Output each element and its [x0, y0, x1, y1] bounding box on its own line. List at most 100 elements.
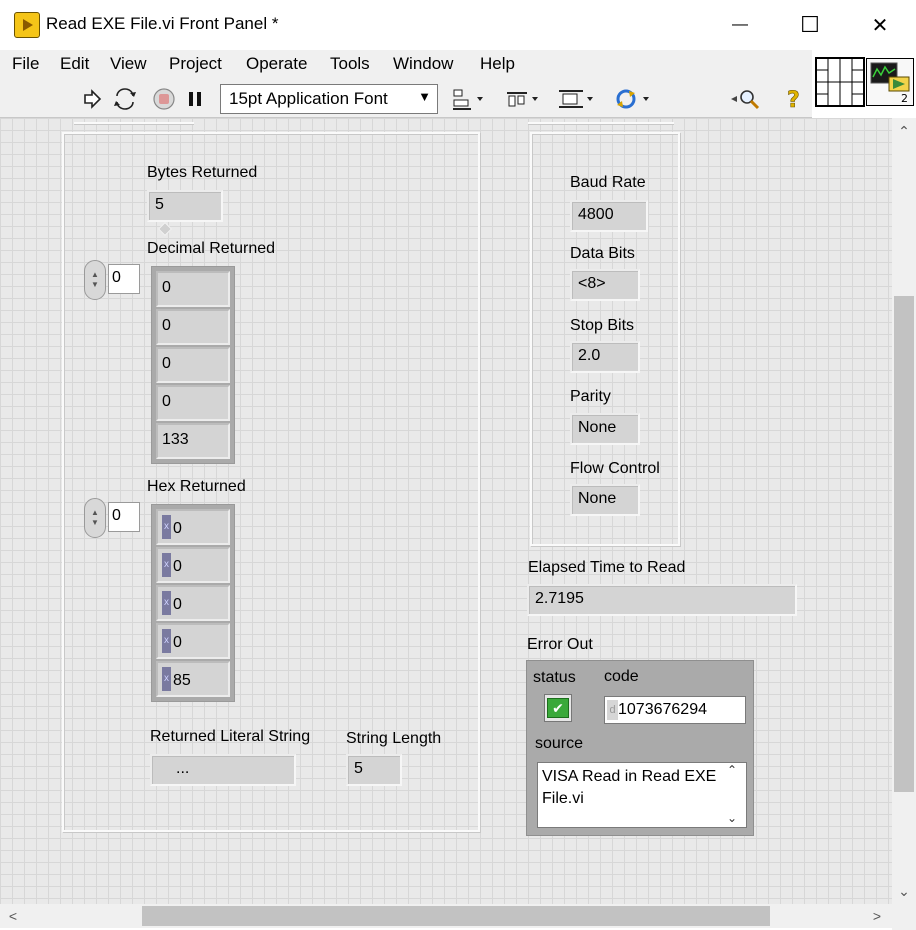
run-continuously-icon[interactable]	[112, 86, 138, 112]
returned-literal-string-label: Returned Literal String	[150, 728, 311, 745]
scroll-left-icon[interactable]: <	[2, 904, 24, 928]
hex-value: 0	[173, 596, 182, 614]
menu-project[interactable]: Project	[169, 54, 222, 74]
hex-array-element: x0	[156, 585, 230, 621]
string-length-indicator: 5	[346, 754, 402, 786]
connector-pane[interactable]	[815, 57, 865, 107]
hex-array-element: x0	[156, 509, 230, 545]
error-source-label: source	[535, 735, 584, 752]
svg-text:?: ?	[787, 88, 800, 111]
flow-control-indicator: None	[570, 484, 640, 516]
error-source-text: VISA Read in Read EXE File.vi	[542, 768, 717, 807]
chevron-down-icon: ▼	[418, 89, 431, 104]
error-code-label: code	[604, 668, 639, 685]
top-divider-right	[528, 118, 674, 124]
hex-value: 85	[173, 672, 191, 690]
hex-index-stepper[interactable]: ▲ ▼	[84, 498, 106, 538]
search-icon[interactable]	[728, 86, 764, 112]
radix-indicator: x	[162, 553, 171, 577]
decimal-index-stepper[interactable]: ▲ ▼	[84, 260, 106, 300]
error-out-label: Error Out	[527, 636, 593, 653]
close-button[interactable]: ✕	[846, 0, 914, 50]
decimal-array-element: 0	[156, 309, 230, 345]
resize-objects-icon[interactable]	[556, 86, 598, 112]
string-length-label: String Length	[346, 730, 442, 747]
radix-indicator: x	[162, 591, 171, 615]
parity-indicator: None	[570, 413, 640, 445]
hex-returned-array: x0 x0 x0 x0 x 85	[151, 504, 235, 702]
horizontal-scroll-thumb[interactable]	[142, 906, 770, 926]
maximize-button[interactable]: ☐	[776, 0, 844, 50]
pause-icon[interactable]	[184, 86, 206, 112]
connector-terminal-number: 2	[901, 92, 908, 105]
run-arrow-icon[interactable]	[80, 86, 104, 112]
scroll-up-icon[interactable]: ⌃	[727, 763, 737, 777]
stop-bits-label: Stop Bits	[570, 317, 635, 334]
distribute-objects-icon[interactable]	[504, 86, 544, 112]
labview-app-icon	[14, 12, 40, 38]
radix-indicator: x	[162, 667, 171, 691]
parity-label: Parity	[570, 388, 611, 405]
font-select[interactable]: 15pt Application Font ▼	[220, 84, 438, 114]
error-status-indicator: ✔	[544, 694, 572, 722]
menu-tools[interactable]: Tools	[330, 54, 370, 74]
decimal-array-element: 0	[156, 385, 230, 421]
check-icon: ✔	[547, 698, 569, 718]
hex-array-element: x0	[156, 623, 230, 659]
data-bits-label: Data Bits	[570, 245, 635, 262]
decimal-returned-label: Decimal Returned	[147, 240, 276, 257]
error-source-scrollbar[interactable]: ⌃ ⌄	[720, 763, 744, 825]
baud-rate-indicator: 4800	[570, 200, 648, 232]
scroll-right-icon[interactable]: >	[866, 904, 888, 928]
decimal-index-input[interactable]: 0	[108, 264, 140, 294]
hex-array-element: x 85	[156, 661, 230, 697]
elapsed-time-label: Elapsed Time to Read	[528, 559, 686, 576]
returned-literal-string-indicator: ...	[150, 754, 296, 786]
decimal-returned-array: 0 0 0 0 133	[151, 266, 235, 464]
decimal-array-element: 133	[156, 423, 230, 459]
minimize-button[interactable]: —	[706, 0, 774, 50]
align-objects-icon[interactable]	[450, 86, 490, 112]
bytes-returned-label: Bytes Returned	[147, 164, 258, 181]
radix-indicator: d	[607, 700, 618, 720]
menu-file[interactable]: File	[12, 54, 39, 74]
error-code-value: 1073676294	[618, 701, 707, 719]
scroll-up-icon[interactable]: ⌃	[892, 120, 916, 142]
bytes-returned-indicator: 5	[147, 190, 223, 222]
top-divider-left	[74, 118, 194, 124]
scroll-down-icon[interactable]: ⌄	[892, 880, 916, 902]
radix-indicator: x	[162, 629, 171, 653]
window-title: Read EXE File.vi Front Panel *	[46, 14, 279, 33]
menu-window[interactable]: Window	[393, 54, 453, 74]
hex-value: 0	[173, 634, 182, 652]
scrollbar-corner	[892, 904, 916, 930]
hex-value: 0	[173, 558, 182, 576]
radix-indicator: x	[162, 515, 171, 539]
help-icon[interactable]: ?	[782, 86, 806, 112]
error-source-indicator: VISA Read in Read EXE File.vi	[537, 762, 747, 828]
decimal-array-element: 0	[156, 271, 230, 307]
read-data-decoration	[62, 132, 480, 832]
menu-edit[interactable]: Edit	[60, 54, 89, 74]
scroll-down-icon[interactable]: ⌄	[727, 811, 737, 825]
abort-icon[interactable]	[151, 86, 177, 112]
data-bits-indicator: <8>	[570, 269, 640, 301]
vi-icon[interactable]: 2	[866, 58, 914, 106]
stop-bits-indicator: 2.0	[570, 341, 640, 373]
error-code-indicator: d 1073676294	[604, 696, 746, 724]
reorder-icon[interactable]	[612, 86, 654, 112]
baud-rate-label: Baud Rate	[570, 174, 646, 191]
error-status-label: status	[533, 669, 576, 686]
decimal-array-element: 0	[156, 347, 230, 383]
menu-operate[interactable]: Operate	[246, 54, 307, 74]
menu-view[interactable]: View	[110, 54, 147, 74]
hex-returned-label: Hex Returned	[147, 478, 246, 495]
front-panel[interactable]: Bytes Returned 5 Decimal Returned ▲ ▼ 0 0…	[0, 118, 892, 904]
hex-index-input[interactable]: 0	[108, 502, 140, 532]
hex-array-element: x0	[156, 547, 230, 583]
flow-control-label: Flow Control	[570, 460, 660, 477]
hex-value: 0	[173, 520, 182, 538]
elapsed-time-indicator: 2.7195	[527, 584, 797, 616]
vertical-scroll-thumb[interactable]	[894, 296, 914, 792]
menu-help[interactable]: Help	[480, 54, 515, 74]
